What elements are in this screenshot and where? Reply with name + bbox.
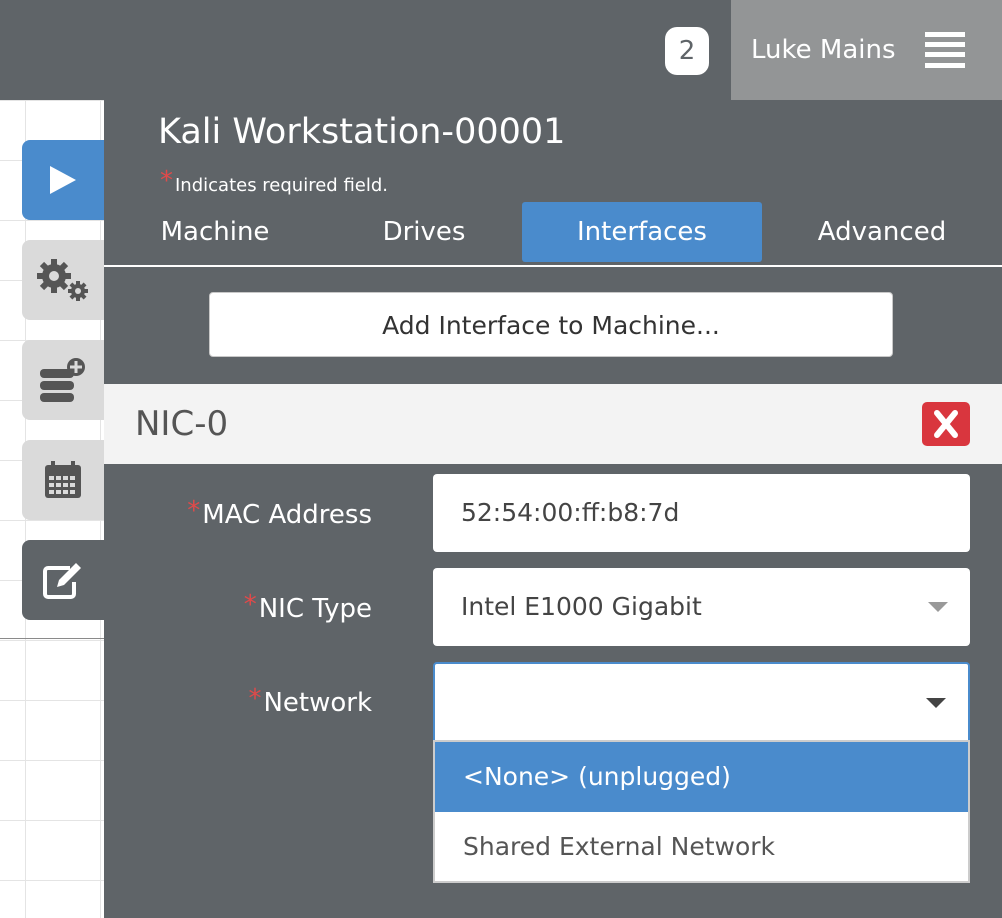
add-drive-icon: [40, 358, 85, 402]
side-tab-drives[interactable]: [22, 340, 104, 420]
notification-badge[interactable]: 2: [665, 27, 709, 75]
network-dropdown: <None> (unplugged) Shared External Netwo…: [433, 740, 970, 883]
tab-machine[interactable]: Machine: [104, 202, 326, 262]
side-tab-edit[interactable]: [22, 540, 104, 620]
mac-address-input[interactable]: 52:54:00:ff:b8:7d: [433, 474, 970, 552]
network-select[interactable]: [433, 662, 970, 740]
panel-title: Kali Workstation-00001: [158, 112, 566, 152]
side-tab-settings[interactable]: [22, 240, 104, 320]
side-tab-play[interactable]: [22, 140, 104, 220]
gears-icon: [37, 259, 88, 301]
mac-address-label: *MAC Address: [187, 496, 372, 530]
network-label: *Network: [248, 684, 372, 718]
nic-header: NIC-0: [104, 384, 1002, 464]
nic-type-value: Intel E1000 Gigabit: [461, 592, 702, 621]
required-star: *: [160, 166, 173, 196]
edit-icon: [43, 563, 81, 599]
add-interface-button[interactable]: Add Interface to Machine...: [209, 292, 893, 357]
network-option-shared-external[interactable]: Shared External Network: [435, 812, 968, 882]
close-icon: [934, 410, 958, 438]
canvas-divider: [0, 638, 104, 639]
side-tab-calendar[interactable]: [22, 440, 104, 520]
machine-edit-panel: Kali Workstation-00001 * Indicates requir…: [104, 100, 1002, 918]
user-name[interactable]: Luke Mains: [751, 30, 896, 70]
user-menu[interactable]: Luke Mains: [731, 0, 1002, 100]
hamburger-menu-icon[interactable]: [925, 32, 965, 68]
nic-title: NIC-0: [135, 404, 229, 444]
tab-interfaces[interactable]: Interfaces: [522, 202, 762, 262]
play-icon: [50, 166, 76, 194]
nic-type-select[interactable]: Intel E1000 Gigabit: [433, 568, 970, 646]
panel-tabs: Machine Drives Interfaces Advanced: [104, 202, 1002, 262]
tabs-divider: [104, 265, 1002, 267]
delete-nic-button[interactable]: [922, 402, 970, 446]
calendar-icon: [45, 461, 81, 498]
top-bar: 2 Luke Mains: [0, 0, 1002, 100]
tab-advanced[interactable]: Advanced: [762, 202, 1002, 262]
tab-drives[interactable]: Drives: [326, 202, 522, 262]
chevron-down-icon: [928, 602, 948, 612]
nic-type-label: *NIC Type: [243, 590, 372, 624]
chevron-down-icon: [926, 698, 946, 708]
required-note: * Indicates required field.: [160, 166, 389, 196]
network-option-none[interactable]: <None> (unplugged): [435, 742, 968, 812]
